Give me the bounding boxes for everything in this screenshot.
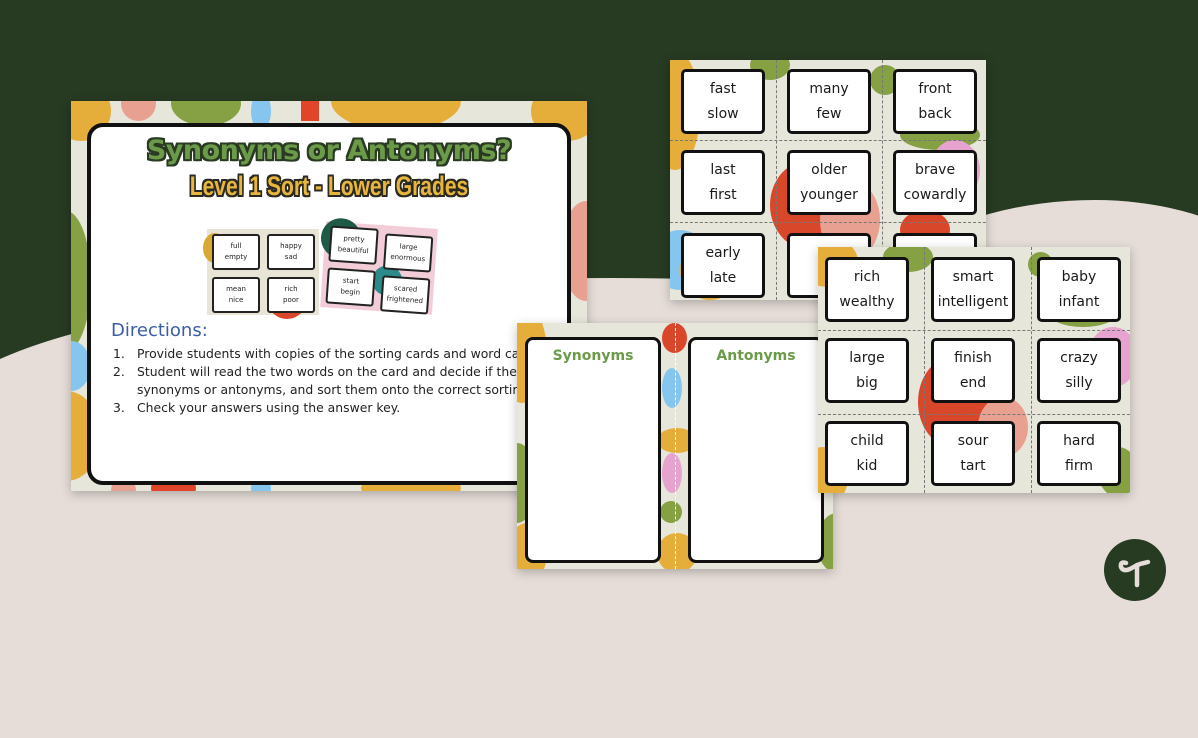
word-top: large: [849, 349, 885, 366]
synonyms-panel: Synonyms: [525, 337, 661, 563]
word-card[interactable]: child kid: [825, 421, 909, 486]
word-top: smart: [952, 268, 994, 285]
word-top: last: [710, 161, 736, 178]
word-card[interactable]: crazy silly: [1037, 338, 1121, 403]
cut-line: [818, 414, 1130, 415]
preview-card: large enormous: [382, 233, 434, 273]
word-top: finish: [954, 349, 992, 366]
synonyms-heading: Synonyms: [552, 348, 634, 364]
word-top: child: [850, 432, 884, 449]
word-card[interactable]: rich wealthy: [825, 257, 909, 322]
direction-item: 2. Student will read the two words on the…: [113, 364, 564, 397]
word-bottom: wealthy: [839, 293, 895, 310]
word-card[interactable]: brave cowardly: [893, 150, 977, 215]
word-bottom: back: [918, 105, 952, 122]
cut-line: [924, 247, 925, 493]
word-top: hard: [1063, 432, 1095, 449]
directions-heading: Directions:: [111, 320, 208, 341]
directions-list: 1. Provide students with copies of the so…: [113, 345, 573, 417]
cut-line: [818, 330, 1130, 331]
preview-sheet-1: full empty happy sad mean nice rich poor: [203, 229, 319, 319]
word-card[interactable]: hard firm: [1037, 421, 1121, 486]
direction-item: 3. Check your answers using the answer ke…: [113, 400, 401, 415]
word-top: rich: [853, 268, 881, 285]
word-top: front: [918, 80, 952, 97]
word-bottom: kid: [856, 457, 878, 474]
cut-line: [1031, 247, 1032, 493]
word-top: older: [811, 161, 847, 178]
preview-card: mean nice: [212, 277, 260, 313]
word-bottom: silly: [1065, 374, 1093, 391]
word-card[interactable]: baby infant: [1037, 257, 1121, 322]
word-card[interactable]: sour tart: [931, 421, 1015, 486]
word-card[interactable]: early late: [681, 233, 765, 298]
word-card[interactable]: finish end: [931, 338, 1015, 403]
subtitle: Level 1 Sort - Lower Grades: [189, 171, 469, 201]
word-cards-sheet-2: rich wealthy smart intelligent baby infant lar…: [818, 247, 1130, 493]
teach-starter-logo-icon[interactable]: [1104, 539, 1166, 601]
word-bottom: tart: [960, 457, 986, 474]
word-top: baby: [1061, 268, 1097, 285]
preview-card: scared frightened: [379, 275, 431, 315]
preview-card: rich poor: [267, 277, 315, 313]
word-top: sour: [957, 432, 989, 449]
word-bottom: younger: [800, 186, 858, 203]
word-top: brave: [914, 161, 956, 178]
word-bottom: big: [856, 374, 878, 391]
word-card[interactable]: older younger: [787, 150, 871, 215]
instructions-panel: Synonyms or Antonyms? Level 1 Sort - Low…: [87, 123, 571, 485]
word-card[interactable]: last first: [681, 150, 765, 215]
antonyms-heading: Antonyms: [716, 348, 796, 364]
word-card[interactable]: large big: [825, 338, 909, 403]
cut-line: [776, 60, 777, 300]
word-bottom: infant: [1058, 293, 1100, 310]
antonyms-panel: Antonyms: [688, 337, 824, 563]
cut-line: [670, 140, 986, 141]
word-top: crazy: [1060, 349, 1098, 366]
fold-line: [675, 323, 676, 569]
word-bottom: slow: [707, 105, 739, 122]
word-bottom: few: [816, 105, 842, 122]
word-top: fast: [709, 80, 737, 97]
preview-card: full empty: [212, 234, 260, 270]
preview-card: pretty beautiful: [328, 225, 379, 265]
title: Synonyms or Antonyms?: [146, 135, 512, 166]
preview-card: happy sad: [267, 234, 315, 270]
word-top: many: [809, 80, 849, 97]
word-bottom: cowardly: [903, 186, 967, 203]
word-bottom: end: [959, 374, 987, 391]
instructions-sheet: Synonyms or Antonyms? Level 1 Sort - Low…: [71, 101, 587, 491]
word-bottom: late: [709, 269, 737, 286]
cut-line: [670, 222, 986, 223]
direction-item: 1. Provide students with copies of the so…: [113, 346, 543, 361]
sorting-mat-sheet: Synonyms Antonyms: [517, 323, 833, 569]
word-card[interactable]: many few: [787, 69, 871, 134]
word-bottom: intelligent: [937, 293, 1009, 310]
word-bottom: firm: [1065, 457, 1093, 474]
preview-sheet-2: pretty beautiful large enormous start begin…: [319, 216, 438, 315]
word-bottom: first: [709, 186, 737, 203]
word-card[interactable]: smart intelligent: [931, 257, 1015, 322]
word-card[interactable]: front back: [893, 69, 977, 134]
word-card[interactable]: fast slow: [681, 69, 765, 134]
word-top: early: [705, 244, 741, 261]
preview-card: start begin: [325, 267, 376, 307]
card-preview-image: full empty happy sad mean nice rich poor pre…: [203, 216, 439, 319]
logo-glyph-icon: [1118, 559, 1151, 588]
